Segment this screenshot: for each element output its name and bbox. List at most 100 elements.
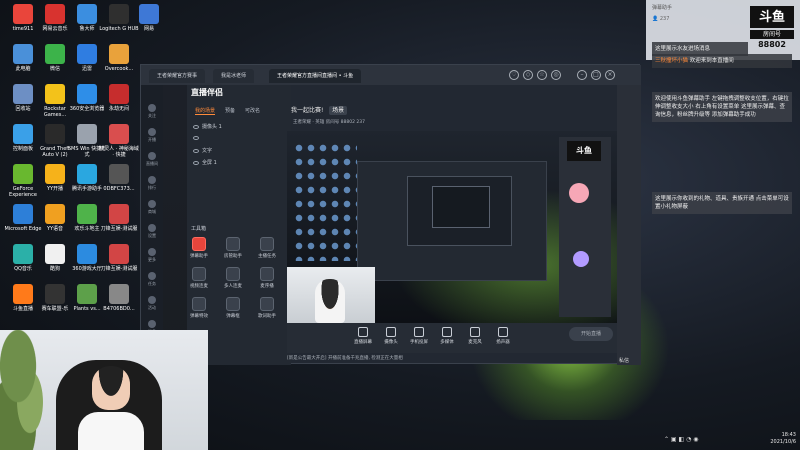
gift-icon[interactable]: ◇ <box>523 70 533 80</box>
desktop-icon[interactable]: 刀锋互娱-测试服 <box>98 204 140 232</box>
nav-item[interactable]: 排行 <box>143 175 161 193</box>
screen-capture-button[interactable]: 直播屏幕 <box>349 327 377 345</box>
maximize-icon[interactable]: □ <box>591 70 601 80</box>
app-logo: 直播伴侣 <box>191 88 223 97</box>
source-fullscreen[interactable]: 全屏 1 <box>193 159 217 166</box>
nav-item[interactable]: 设置 <box>143 223 161 241</box>
pin-icon[interactable]: ◎ <box>551 70 561 80</box>
desktop-icon-label: 欢乐斗地主 <box>74 226 100 232</box>
nav-item[interactable]: 直播间 <box>143 151 161 169</box>
close-icon[interactable]: × <box>605 70 615 80</box>
app-icon <box>77 244 97 264</box>
app-icon <box>77 204 97 224</box>
source-blank[interactable] <box>193 135 202 141</box>
tool-icon <box>226 237 240 251</box>
tab-my-scene[interactable]: 我的场景 <box>195 107 216 115</box>
control-label: 麦克风 <box>468 340 482 345</box>
tool-button[interactable]: 多人连麦 <box>217 267 249 289</box>
nav-item[interactable]: 开播 <box>143 127 161 145</box>
douyu-logo: 斗鱼 <box>750 6 794 28</box>
camera-button[interactable]: 摄像头 <box>377 327 405 345</box>
tab-prepare[interactable]: 预备 <box>225 107 235 114</box>
nav-icon <box>148 104 156 112</box>
source-camera[interactable]: 摄像头 1 <box>193 123 222 130</box>
tab-live-room[interactable]: 王者荣耀官方直播间直播间 • 斗鱼 <box>269 69 362 83</box>
desktop-icon-label: B4706BD0... <box>103 306 135 312</box>
app-icon <box>109 44 129 64</box>
control-label: 多媒体 <box>440 340 454 345</box>
star-icon[interactable]: ☆ <box>537 70 547 80</box>
nav-item[interactable]: 关注 <box>143 103 161 121</box>
nav-item[interactable]: 更多 <box>143 247 161 265</box>
tool-button[interactable]: 房管助手 <box>217 237 249 259</box>
speaker-button[interactable]: 扬声器 <box>489 327 517 345</box>
app-icon <box>109 4 129 24</box>
desktop-icon-label: 鲁大师 <box>79 26 95 32</box>
tool-button[interactable]: 视频连麦 <box>183 267 215 289</box>
tool-button[interactable]: 歌词助手 <box>251 297 283 319</box>
status-text: [新是公告最大开启] 开播前准备千兆直播, 检测正在大量相 <box>287 356 403 361</box>
nav-label: 排行 <box>148 185 156 190</box>
phone-cast-button[interactable]: 手机投屏 <box>405 327 433 345</box>
media-icon <box>442 327 452 337</box>
eye-icon[interactable] <box>193 160 199 165</box>
webcam-plant <box>0 330 60 450</box>
nav-icon <box>148 248 156 256</box>
app-icon <box>45 4 65 24</box>
desktop-icon[interactable]: 0DBFC373... <box>98 164 140 192</box>
microphone-button[interactable]: 麦克风 <box>461 327 489 345</box>
stream-preview[interactable]: 斗鱼 <box>287 131 617 323</box>
clock-date: 2021/10/6 <box>770 439 796 445</box>
tab-official[interactable]: 王者荣耀官方赛事 <box>149 69 206 83</box>
desktop-icon-label: YY开播 <box>46 186 64 192</box>
tool-icon <box>226 267 240 281</box>
tab-rename[interactable]: 可改名 <box>245 107 260 114</box>
tool-button[interactable]: 弹幕助手 <box>183 237 215 259</box>
eye-icon[interactable] <box>193 124 199 129</box>
desktop-icon-label: 网易 <box>143 26 154 32</box>
nav-icon <box>148 296 156 304</box>
app-icon <box>109 204 129 224</box>
desktop-icon[interactable]: 刀锋互娱-测试服 <box>98 244 140 272</box>
scene-tag[interactable]: 场景 <box>329 106 348 115</box>
heart-icon[interactable]: ♡ <box>509 70 519 80</box>
tool-button[interactable]: 主播任务 <box>251 237 283 259</box>
tab-teacher[interactable]: 我是冰老师 <box>213 69 255 83</box>
nav-item[interactable]: 任务 <box>143 271 161 289</box>
webcam-overlay <box>0 330 208 450</box>
tool-button[interactable]: 弹幕框 <box>217 297 249 319</box>
streaming-app-window[interactable]: 王者荣耀官方赛事 我是冰老师 王者荣耀官方直播间直播间 • 斗鱼 ♡ ◇ ☆ ◎… <box>140 64 641 365</box>
control-label: 摄像头 <box>384 340 398 345</box>
nav-label: 商城 <box>148 209 156 214</box>
desktop-icon[interactable]: B4706BD0... <box>98 284 140 312</box>
window-titlebar[interactable]: 王者荣耀官方赛事 我是冰老师 王者荣耀官方直播间直播间 • 斗鱼 ♡ ◇ ☆ ◎… <box>141 65 641 85</box>
app-icon <box>13 124 33 144</box>
nav-item[interactable]: 活动 <box>143 295 161 313</box>
tool-icon <box>260 267 274 281</box>
desktop-icon[interactable]: 精灵人 · 神秘海域 · 快捷 <box>98 124 140 158</box>
nav-item[interactable]: 商城 <box>143 199 161 217</box>
tool-label: 多人连麦 <box>224 284 242 289</box>
private-message-label[interactable]: 私信 <box>619 357 629 364</box>
tool-button[interactable]: 麦序播 <box>251 267 283 289</box>
preview-title: 我一起比赛! 场景 <box>291 105 348 115</box>
app-icon <box>77 164 97 184</box>
control-label: 手机投屏 <box>410 340 428 345</box>
eye-icon[interactable] <box>193 148 199 153</box>
media-button[interactable]: 多媒体 <box>433 327 461 345</box>
minimize-icon[interactable]: – <box>577 70 587 80</box>
tray-icons[interactable]: ⌃ ▣ ◧ ◔ ◉ <box>664 436 698 443</box>
control-label: 直播屏幕 <box>354 340 372 345</box>
tool-button[interactable]: 弹幕特效 <box>183 297 215 319</box>
desktop-icon[interactable]: 永劫无间 <box>98 84 140 112</box>
source-text[interactable]: 文字 <box>193 147 212 154</box>
nav-icon <box>148 200 156 208</box>
eye-icon[interactable] <box>193 135 199 140</box>
screen-capture-icon <box>358 327 368 337</box>
speaker-icon <box>498 327 508 337</box>
system-clock[interactable]: 18:43 2021/10/6 <box>740 432 796 446</box>
desktop-icon-label: 精灵人 · 神秘海域 · 快捷 <box>99 146 139 158</box>
desktop-icon[interactable]: 网易 <box>128 4 170 32</box>
desktop-icon[interactable]: Overcook... <box>98 44 140 72</box>
start-live-button[interactable]: 开始直播 <box>569 327 613 341</box>
